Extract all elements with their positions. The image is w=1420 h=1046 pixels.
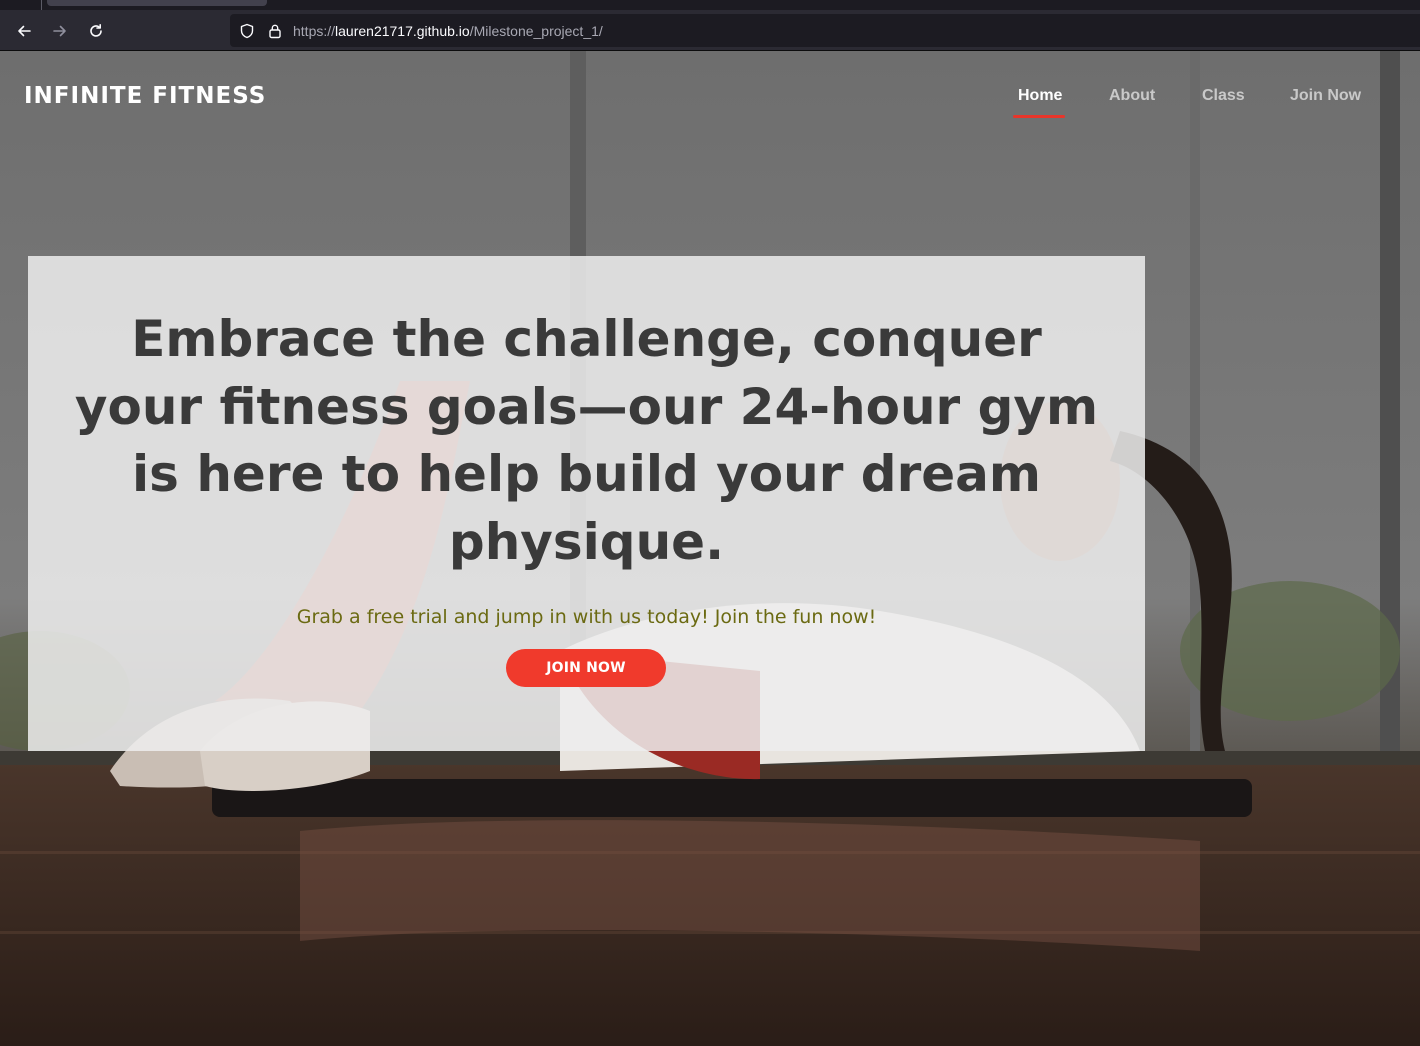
nav-home[interactable]: Home <box>1018 87 1062 105</box>
nav-active-indicator <box>1013 115 1065 118</box>
back-button[interactable] <box>11 18 37 44</box>
tab-separator <box>41 0 42 10</box>
reload-icon <box>90 24 102 37</box>
main-nav: Home About Class Join Now <box>0 87 1420 127</box>
nav-join-now[interactable]: Join Now <box>1290 87 1361 105</box>
forward-arrow-icon <box>53 25 66 37</box>
browser-tab[interactable] <box>47 0 267 6</box>
url-text[interactable]: https://lauren21717.github.io/Milestone_… <box>293 21 603 41</box>
hero-card: Embrace the challenge, conquer your fitn… <box>28 256 1145 751</box>
url-bar[interactable]: https://lauren21717.github.io/Milestone_… <box>230 14 1420 47</box>
lock-icon[interactable] <box>267 23 283 39</box>
browser-tab-strip <box>0 0 1420 10</box>
nav-about[interactable]: About <box>1109 87 1155 105</box>
forward-button[interactable] <box>47 18 73 44</box>
join-now-button[interactable]: JOIN NOW <box>506 649 666 687</box>
nav-class[interactable]: Class <box>1202 87 1245 105</box>
hero-headline: Embrace the challenge, conquer your fitn… <box>74 310 1099 571</box>
back-arrow-icon <box>18 25 31 37</box>
shield-icon[interactable] <box>239 23 255 39</box>
url-host: lauren21717.github.io <box>335 23 470 39</box>
hero-subtitle: Grab a free trial and jump in with us to… <box>296 606 877 628</box>
reload-button[interactable] <box>83 18 109 44</box>
url-scheme: https:// <box>293 23 336 39</box>
page-viewport: INFINITE FITNESS Home About Class Join N… <box>0 51 1420 1046</box>
browser-toolbar: https://lauren21717.github.io/Milestone_… <box>0 10 1420 51</box>
url-path: /Milestone_project_1/ <box>469 23 603 39</box>
